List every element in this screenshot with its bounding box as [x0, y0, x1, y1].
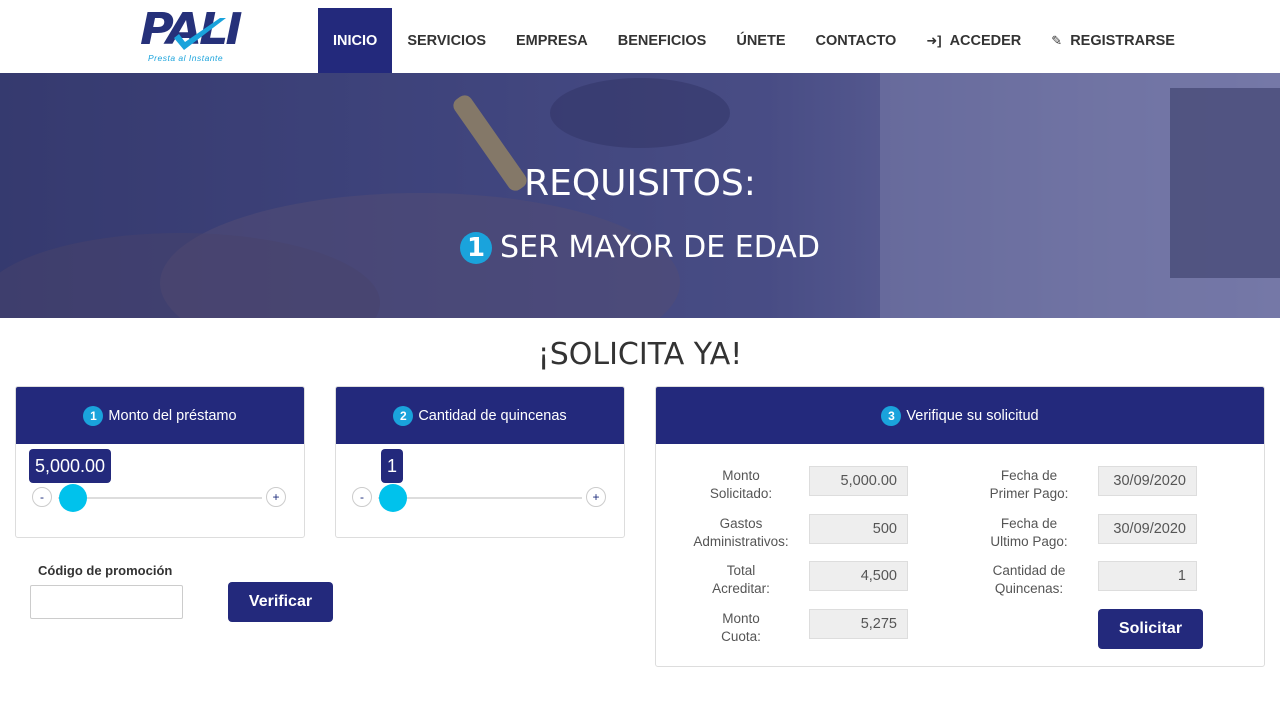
promo-code-input[interactable]	[30, 585, 183, 619]
installments-slider-track[interactable]	[378, 497, 582, 499]
amount-panel-title: Monto del préstamo	[108, 407, 237, 424]
step-badge: 3	[881, 405, 902, 426]
verify-button[interactable]: Verificar	[228, 582, 333, 622]
amount-decrease-button[interactable]: -	[32, 487, 52, 507]
cantidad-quincenas-label: Cantidad de Quincenas:	[974, 562, 1084, 598]
amount-slider[interactable]: 5,000.00 - +	[16, 444, 304, 536]
requirement-number-badge: 1	[460, 231, 493, 264]
verify-panel: 3 Verifique su solicitud Monto Solicitad…	[655, 386, 1265, 667]
nav-empresa[interactable]: EMPRESA	[501, 8, 603, 73]
label-line: Solicitado:	[709, 486, 773, 501]
total-acreditar-label: Total Acreditar:	[686, 562, 796, 598]
label-line: Monto	[722, 468, 760, 483]
sign-in-icon: ➜]	[926, 32, 942, 48]
nav-servicios[interactable]: SERVICIOS	[392, 8, 501, 73]
label-line: Cuota:	[721, 629, 761, 644]
step-badge: 2	[393, 405, 414, 426]
nav-unete-label: ÚNETE	[736, 32, 786, 49]
amount-slider-handle[interactable]	[59, 484, 87, 512]
installments-increase-button[interactable]: +	[586, 487, 606, 507]
total-acreditar-field: 4,500	[809, 561, 908, 591]
fecha-primer-pago-label: Fecha de Primer Pago:	[974, 467, 1084, 503]
label-line: Acreditar:	[712, 581, 770, 596]
promo-code-label: Código de promoción	[38, 563, 173, 578]
main-nav: INICIO SERVICIOS EMPRESA BENEFICIOS ÚNET…	[318, 8, 1190, 73]
nav-contacto-label: CONTACTO	[815, 32, 897, 49]
installments-decrease-button[interactable]: -	[352, 487, 372, 507]
fecha-primer-pago-field: 30/09/2020	[1098, 466, 1197, 496]
fecha-ultimo-pago-field: 30/09/2020	[1098, 514, 1197, 544]
hero-requirement: 1 SER MAYOR DE EDAD	[0, 230, 1280, 265]
nav-beneficios[interactable]: BENEFICIOS	[603, 8, 722, 73]
label-line: Fecha de	[1000, 468, 1058, 483]
gastos-administrativos-field: 500	[809, 514, 908, 544]
logo-tagline: Presta al Instante	[148, 53, 224, 63]
nav-acceder-label: ACCEDER	[949, 32, 1022, 49]
nav-inicio-label: INICIO	[333, 32, 378, 49]
edit-icon: ✎	[1051, 32, 1063, 48]
requirement-text: SER MAYOR DE EDAD	[500, 230, 820, 265]
amount-increase-button[interactable]: +	[266, 487, 286, 507]
monto-solicitado-field: 5,000.00	[809, 466, 908, 496]
label-line: Fecha de	[1000, 516, 1058, 531]
label-line: Ultimo Pago:	[990, 534, 1068, 549]
installments-panel-title: Cantidad de quincenas	[418, 407, 567, 424]
site-header: PALI Presta al Instante INICIO SERVICIOS…	[0, 0, 1280, 73]
monto-cuota-label: Monto Cuota:	[686, 610, 796, 646]
nav-registrarse[interactable]: ✎ REGISTRARSE	[1036, 8, 1190, 73]
nav-servicios-label: SERVICIOS	[407, 32, 487, 49]
installments-slider-handle[interactable]	[379, 484, 407, 512]
amount-panel-header: 1 Monto del préstamo	[16, 387, 304, 444]
monto-solicitado-label: Monto Solicitado:	[686, 467, 796, 503]
amount-value-tooltip: 5,000.00	[29, 449, 112, 483]
verify-panel-title: Verifique su solicitud	[906, 407, 1039, 424]
step-badge: 1	[83, 405, 104, 426]
installments-panel: 2 Cantidad de quincenas 1 - +	[335, 386, 625, 538]
label-line: Administrativos:	[693, 534, 789, 549]
verify-panel-header: 3 Verifique su solicitud	[656, 387, 1264, 444]
fecha-ultimo-pago-label: Fecha de Ultimo Pago:	[974, 515, 1084, 551]
nav-beneficios-label: BENEFICIOS	[617, 32, 707, 49]
gastos-administrativos-label: Gastos Administrativos:	[686, 515, 796, 551]
nav-contacto[interactable]: CONTACTO	[801, 8, 912, 73]
amount-panel: 1 Monto del préstamo 5,000.00 - +	[15, 386, 305, 538]
cantidad-quincenas-field: 1	[1098, 561, 1197, 591]
amount-slider-track[interactable]	[58, 497, 262, 499]
nav-unete[interactable]: ÚNETE	[721, 8, 800, 73]
nav-acceder[interactable]: ➜] ACCEDER	[911, 8, 1036, 73]
installments-panel-header: 2 Cantidad de quincenas	[336, 387, 624, 444]
label-line: Gastos	[719, 516, 763, 531]
label-line: Quincenas:	[994, 581, 1064, 596]
label-line: Total	[726, 563, 756, 578]
installments-slider[interactable]: 1 - +	[336, 444, 624, 536]
section-title: ¡SOLICITA YA!	[537, 337, 743, 372]
hero-banner: REQUISITOS: 1 SER MAYOR DE EDAD	[0, 73, 1280, 318]
installments-value-tooltip: 1	[381, 449, 404, 483]
label-line: Monto	[722, 611, 760, 626]
logo-check-icon	[174, 18, 226, 50]
nav-registrarse-label: REGISTRARSE	[1070, 32, 1175, 49]
solicitar-button[interactable]: Solicitar	[1098, 609, 1203, 649]
nav-inicio[interactable]: INICIO	[318, 8, 393, 73]
label-line: Cantidad de	[992, 563, 1066, 578]
label-line: Primer Pago:	[989, 486, 1069, 501]
pali-logo[interactable]: PALI Presta al Instante	[140, 8, 243, 64]
hero-title: REQUISITOS:	[524, 163, 756, 204]
monto-cuota-field: 5,275	[809, 609, 908, 639]
nav-empresa-label: EMPRESA	[516, 32, 588, 49]
